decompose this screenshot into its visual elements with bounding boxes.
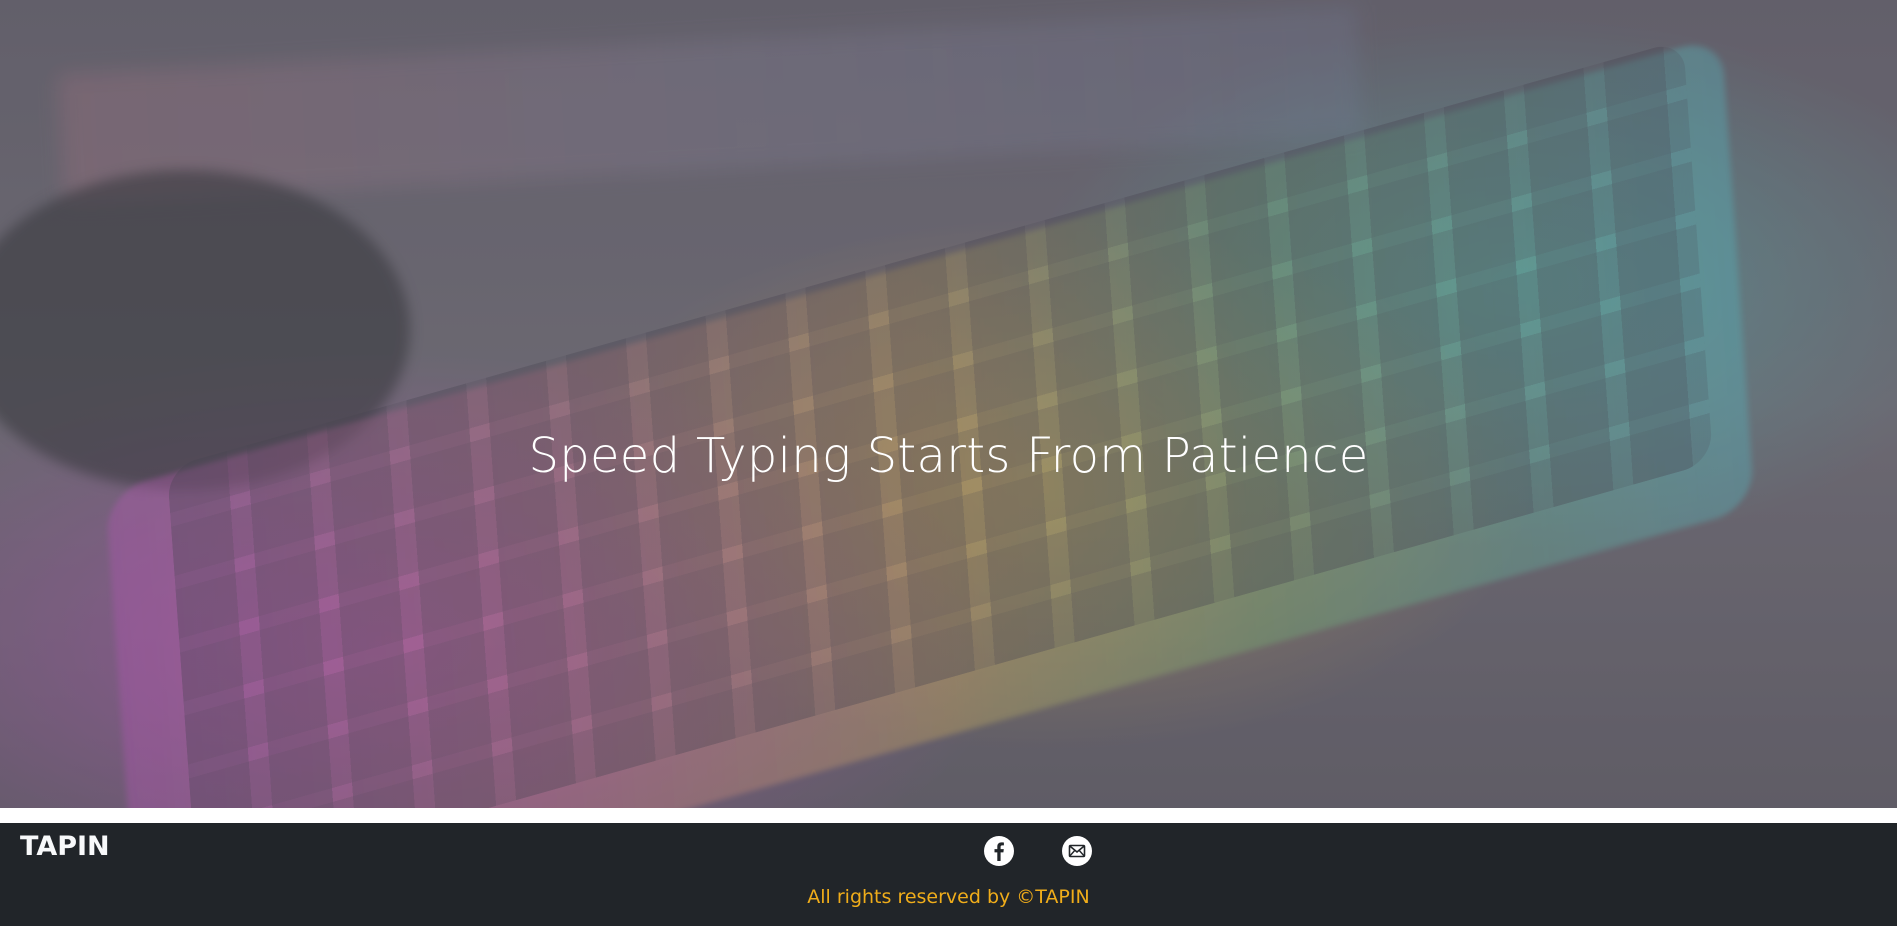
hero-image-overlay	[0, 0, 1897, 808]
facebook-link[interactable]	[983, 835, 1015, 867]
envelope-icon	[1062, 836, 1092, 866]
email-link[interactable]	[1061, 835, 1093, 867]
brand-link[interactable]: TAPIN	[20, 831, 110, 862]
copyright-text: All rights reserved by ©TAPIN	[807, 886, 1090, 908]
facebook-icon	[984, 836, 1014, 866]
hero-section: Speed Typing Starts From Patience	[0, 0, 1897, 808]
footer: TAPIN All rights reserved by ©TAPIN	[0, 823, 1897, 926]
hero-title: Speed Typing Starts From Patience	[528, 428, 1369, 484]
